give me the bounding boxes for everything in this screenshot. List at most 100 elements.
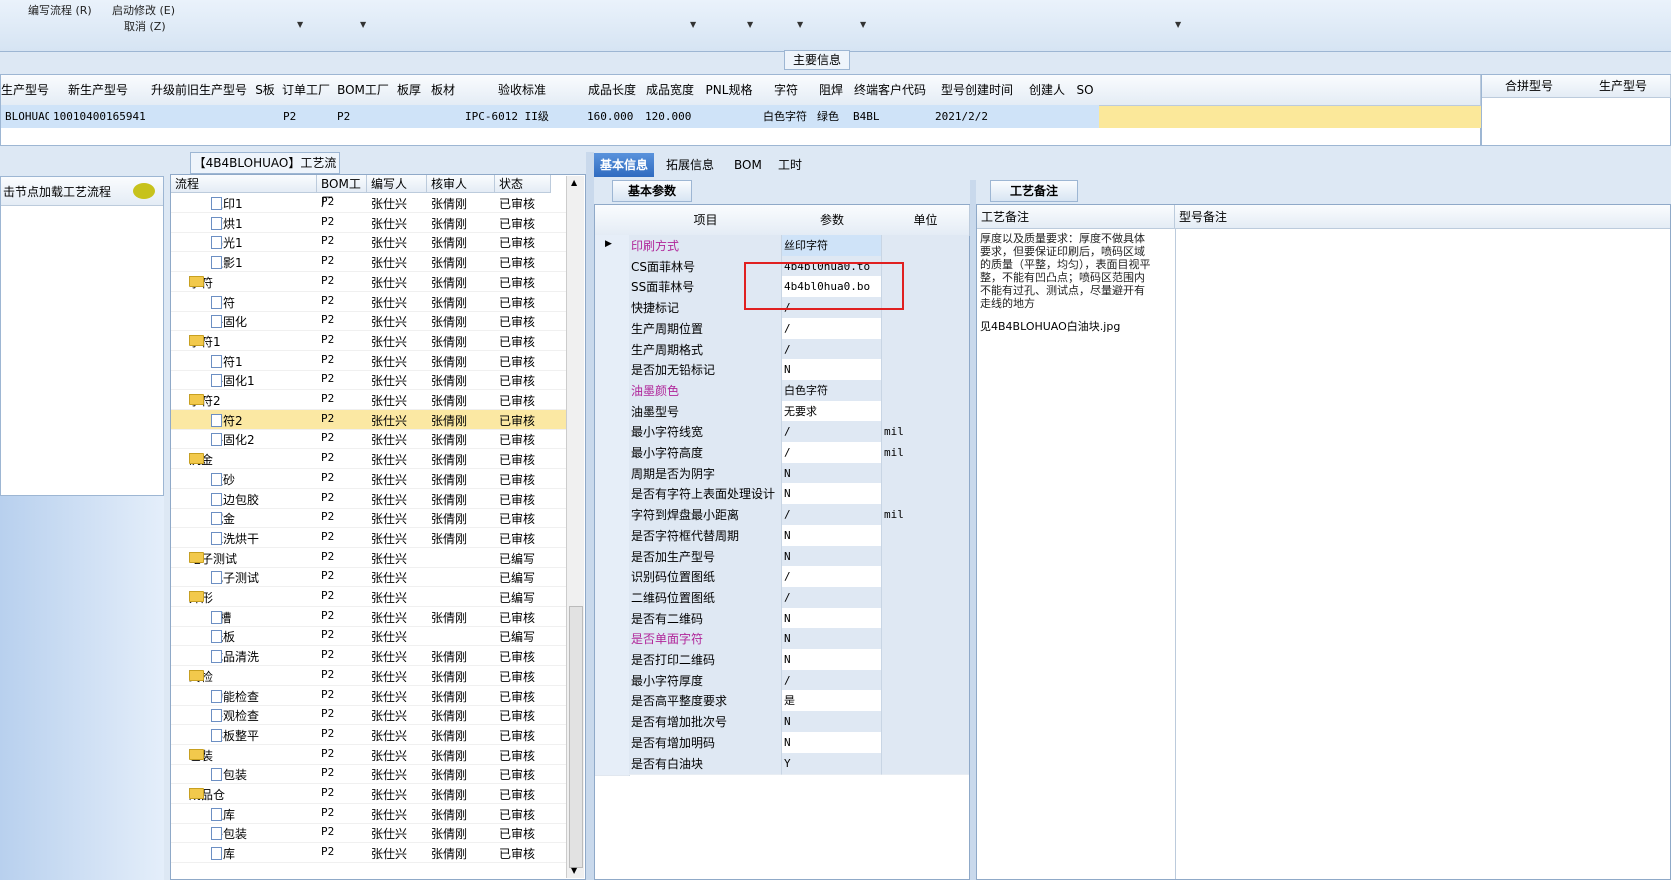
param-value[interactable]: / — [782, 317, 882, 340]
tree-row[interactable]: 喷砂 P2 张仕兴 张倩刚 已审核 — [171, 469, 571, 489]
param-value[interactable]: / — [782, 421, 882, 444]
column-header[interactable]: 阻焊 — [813, 75, 850, 106]
row-selector[interactable] — [595, 379, 630, 403]
tree-node[interactable]: 丝印1 — [211, 195, 243, 212]
tree-row[interactable]: −字符 P2 张仕兴 张倩刚 已审核 — [171, 272, 571, 292]
tree-row[interactable]: 功能检查 P2 张仕兴 张倩刚 已审核 — [171, 686, 571, 706]
tree-node[interactable]: −包装 — [189, 747, 213, 764]
tree-node[interactable]: 字符1 — [211, 353, 243, 370]
param-value[interactable]: Y — [782, 752, 882, 775]
param-column-header[interactable]: 参数 — [782, 205, 883, 236]
start-modify-menu[interactable]: 启动修改 (E) — [112, 2, 175, 18]
tree-row[interactable]: V槽 P2 张仕兴 张倩刚 已审核 — [171, 607, 571, 627]
tree-node[interactable]: −字符2 — [189, 392, 221, 409]
column-header[interactable]: 订单工厂 — [279, 75, 334, 106]
row-selector[interactable] — [595, 359, 630, 383]
row-selector[interactable] — [595, 586, 630, 610]
tree-row[interactable]: 出库 P2 张仕兴 张倩刚 已审核 — [171, 843, 571, 864]
column-header[interactable]: 合拼型号 — [1482, 75, 1577, 98]
param-column-header[interactable]: 单位 — [882, 205, 970, 236]
param-value[interactable]: N — [782, 628, 882, 651]
tree-node[interactable]: 终固化 — [211, 313, 247, 330]
tree-row[interactable]: 终固化1 P2 张仕兴 张倩刚 已审核 — [171, 370, 571, 391]
tree-column-header[interactable]: 状态 — [495, 175, 551, 193]
tree-row[interactable]: 烘板整平 P2 张仕兴 张倩刚 已审核 — [171, 725, 571, 745]
param-value[interactable]: N — [782, 359, 882, 382]
tree-column-header[interactable]: 核审人 — [427, 175, 495, 193]
tree-row[interactable]: −电子测试 P2 张仕兴 已编写 — [171, 548, 571, 568]
column-header[interactable]: 成品宽度 — [641, 75, 700, 106]
column-header[interactable]: 生产型号 — [1576, 75, 1671, 98]
param-column-header[interactable]: 项目 — [629, 205, 783, 236]
tree-row[interactable]: 沉金 P2 张仕兴 张倩刚 已审核 — [171, 508, 571, 529]
row-selector[interactable] — [595, 421, 630, 445]
tree-node[interactable]: 喷砂 — [211, 471, 235, 488]
param-value[interactable]: 丝印字符 — [782, 235, 882, 257]
tree-node[interactable]: 板边包胶 — [211, 491, 259, 508]
tree-node[interactable]: −外形 — [189, 589, 213, 606]
tree-node[interactable]: 入库 — [211, 806, 235, 823]
column-header[interactable]: 新生产型号 — [49, 75, 148, 106]
column-header[interactable]: 终端客户代码 — [849, 75, 932, 106]
tab-0[interactable]: 基本信息 — [594, 153, 655, 177]
vertical-splitter[interactable] — [586, 152, 594, 880]
tree-node[interactable]: 成品清洗 — [211, 648, 259, 665]
tree-node[interactable]: 出库 — [211, 845, 235, 862]
tree-row[interactable]: 字符2 P2 张仕兴 张倩刚 已审核 — [171, 409, 571, 430]
param-row[interactable]: 是否单面字符 N — [595, 628, 969, 652]
tab-3[interactable]: 工时 — [772, 153, 808, 177]
row-selector[interactable] — [595, 752, 630, 776]
tree-column-header[interactable]: 编写人 — [367, 175, 427, 193]
row-selector[interactable] — [595, 462, 630, 486]
row-selector[interactable] — [595, 711, 630, 735]
tree-row[interactable]: 预烘1 P2 张仕兴 张倩刚 已审核 — [171, 213, 571, 233]
row-selector[interactable] — [595, 442, 630, 465]
dropdown-arrow-icon[interactable]: ▼ — [1175, 20, 1181, 29]
column-header[interactable]: 生产型号 — [1, 75, 50, 106]
row-selector[interactable] — [595, 649, 630, 672]
tree-row[interactable]: 外包装 P2 张仕兴 张倩刚 已审核 — [171, 823, 571, 844]
tree-node[interactable]: −终检 — [189, 668, 213, 685]
tree-row[interactable]: 终固化 P2 张仕兴 张倩刚 已审核 — [171, 311, 571, 332]
tree-node[interactable]: −字符 — [189, 274, 213, 291]
row-selector[interactable] — [595, 400, 630, 424]
tree-row[interactable]: 入库 P2 张仕兴 张倩刚 已审核 — [171, 804, 571, 824]
speech-bubble-icon[interactable] — [133, 183, 155, 199]
tree-node[interactable]: 外包装 — [211, 825, 247, 842]
row-selector[interactable] — [595, 628, 630, 652]
remarks-column-header[interactable]: 工艺备注 — [977, 205, 1175, 229]
row-selector[interactable] — [595, 524, 630, 548]
tab-2[interactable]: BOM — [728, 153, 768, 177]
param-value[interactable]: 是 — [782, 690, 882, 713]
tree-row[interactable]: −外形 P2 张仕兴 已编写 — [171, 587, 571, 607]
tab-basic-params[interactable]: 基本参数 — [612, 180, 692, 202]
tree-row[interactable]: −成品仓 P2 张仕兴 张倩刚 已审核 — [171, 784, 571, 804]
param-value[interactable]: N — [782, 711, 882, 734]
tree-row[interactable]: 外观检查 P2 张仕兴 张倩刚 已审核 — [171, 705, 571, 726]
param-row[interactable]: ▶ 印刷方式 丝印字符 — [595, 235, 969, 258]
row-selector[interactable] — [595, 566, 630, 590]
tree-row[interactable]: −字符1 P2 张仕兴 张倩刚 已审核 — [171, 331, 571, 351]
row-selector[interactable] — [595, 545, 630, 569]
param-row[interactable]: 是否加无铅标记 N — [595, 359, 969, 383]
scroll-thumb[interactable] — [569, 606, 583, 868]
tree-row[interactable]: −包装 P2 张仕兴 张倩刚 已审核 — [171, 745, 571, 765]
param-value[interactable]: / — [782, 586, 882, 609]
param-row[interactable]: 是否有增加批次号 N — [595, 711, 969, 735]
row-selector[interactable] — [595, 607, 630, 631]
param-row[interactable]: 是否高平整度要求是 — [595, 690, 969, 714]
tree-node[interactable]: −沉金 — [189, 451, 213, 468]
tree-node[interactable]: 功能检查 — [211, 688, 259, 705]
param-value[interactable]: / — [782, 442, 882, 464]
column-header[interactable]: S板 — [251, 75, 280, 106]
dropdown-arrow-icon[interactable]: ▼ — [797, 20, 803, 29]
tree-node[interactable]: 电子测试 — [211, 569, 259, 586]
tree-node[interactable]: −成品仓 — [189, 786, 225, 803]
param-row[interactable]: 生产周期格式 / — [595, 338, 969, 362]
edit-flow-menu[interactable]: 编写流程 (R) — [28, 2, 92, 18]
param-row[interactable]: 是否加生产型号 N — [595, 545, 969, 569]
scroll-down-icon[interactable]: ▼ — [571, 866, 577, 875]
tree-row[interactable]: 内包装 P2 张仕兴 张倩刚 已审核 — [171, 764, 571, 785]
tree-row[interactable]: 字符1 P2 张仕兴 张倩刚 已审核 — [171, 351, 571, 371]
tree-node[interactable]: 铣板 — [211, 628, 235, 645]
